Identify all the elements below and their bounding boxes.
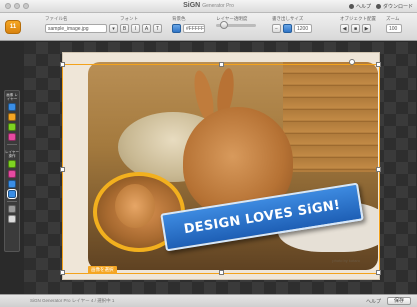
app-subtitle: Generator Pro	[202, 3, 234, 9]
bgcolor-swatch[interactable]	[172, 24, 181, 33]
align-left-button[interactable]: ◀	[340, 24, 349, 33]
layer-select-button[interactable]	[7, 189, 17, 199]
help-icon	[348, 4, 354, 9]
layer-duplicate-button[interactable]	[8, 180, 16, 188]
font-italic-button[interactable]: I	[131, 24, 140, 33]
font-group: フォント B I A T	[120, 16, 162, 33]
status-bar: SiGN Generator Pro レイヤー 4 / 選択中 1 ヘルプ 保存	[0, 294, 417, 307]
font-bold-button[interactable]: B	[120, 24, 129, 33]
opacity-slider[interactable]	[216, 21, 256, 29]
zoom-field[interactable]: 100	[386, 24, 402, 33]
layer-settings-button[interactable]	[8, 205, 16, 213]
export-size-field[interactable]: 1200	[294, 24, 312, 33]
layer-operation-section-title: レイヤー 操作	[5, 150, 19, 158]
add-frame-layer-button[interactable]	[8, 133, 16, 141]
export-size-group: 書き出しサイズ − 1200	[272, 16, 312, 33]
add-shape-layer-button[interactable]	[8, 123, 16, 131]
filename-group: ファイル名 sample_image.jpg ▾	[45, 16, 118, 33]
inset-bunny	[115, 184, 155, 228]
add-text-layer-button[interactable]	[8, 113, 16, 121]
filename-label: ファイル名	[45, 16, 68, 21]
zoom-group: ズーム 100	[386, 16, 402, 33]
layer-tool-panel: 画像 レイヤー レイヤー 操作	[4, 90, 20, 252]
title-bar: SiGN Generator Pro ヘルプ ダウンロード	[0, 0, 417, 13]
selection-tag: 画像を選択	[88, 266, 117, 274]
bgcolor-field[interactable]: #FFFFFF	[183, 24, 205, 33]
status-help-link[interactable]: ヘルプ	[366, 298, 381, 305]
rotate-handle[interactable]	[349, 59, 355, 65]
add-image-layer-button[interactable]	[8, 103, 16, 111]
status-text: SiGN Generator Pro レイヤー 4 / 選択中 1	[30, 298, 115, 303]
font-label: フォント	[120, 16, 138, 21]
font-size-button[interactable]: T	[153, 24, 162, 33]
app-title-text: SiGN	[183, 2, 201, 9]
font-button[interactable]: A	[142, 24, 151, 33]
panel-divider	[7, 201, 17, 202]
toolbar: 11 ファイル名 sample_image.jpg ▾ フォント B I A T…	[0, 13, 417, 41]
align-group: オブジェクト配置 ◀ ■ ▶	[340, 16, 376, 33]
panel-divider	[7, 144, 17, 145]
align-right-button[interactable]: ▶	[362, 24, 371, 33]
photo-credit: photo by kotaro	[332, 258, 360, 263]
export-size-icon[interactable]	[283, 24, 292, 33]
align-center-button[interactable]: ■	[351, 24, 360, 33]
open-file-button[interactable]: ▾	[109, 24, 118, 33]
opacity-group: レイヤー透明度	[216, 16, 256, 29]
layer-up-button[interactable]	[8, 160, 16, 168]
save-button[interactable]: 保存	[386, 297, 411, 305]
photo-wall	[283, 62, 378, 172]
download-link[interactable]: ダウンロード	[375, 3, 413, 10]
export-size-label: 書き出しサイズ	[272, 16, 304, 21]
help-link[interactable]: ヘルプ	[348, 3, 371, 10]
bgcolor-label: 背景色	[172, 16, 186, 21]
layer-down-button[interactable]	[8, 170, 16, 178]
app-menu-button[interactable]: 11	[5, 20, 21, 34]
export-size-decrease[interactable]: −	[272, 24, 281, 33]
filename-field[interactable]: sample_image.jpg	[45, 24, 107, 33]
opacity-slider-knob[interactable]	[220, 21, 228, 29]
download-link-label: ダウンロード	[382, 4, 413, 10]
download-icon	[375, 4, 381, 9]
help-link-label: ヘルプ	[355, 4, 371, 10]
trash-icon[interactable]	[8, 215, 16, 223]
zoom-label: ズーム	[386, 16, 400, 21]
top-links: ヘルプ ダウンロード	[348, 3, 413, 10]
bgcolor-group: 背景色 #FFFFFF	[172, 16, 205, 33]
align-label: オブジェクト配置	[340, 16, 376, 21]
image-layer-section-title: 画像 レイヤー	[6, 93, 18, 101]
